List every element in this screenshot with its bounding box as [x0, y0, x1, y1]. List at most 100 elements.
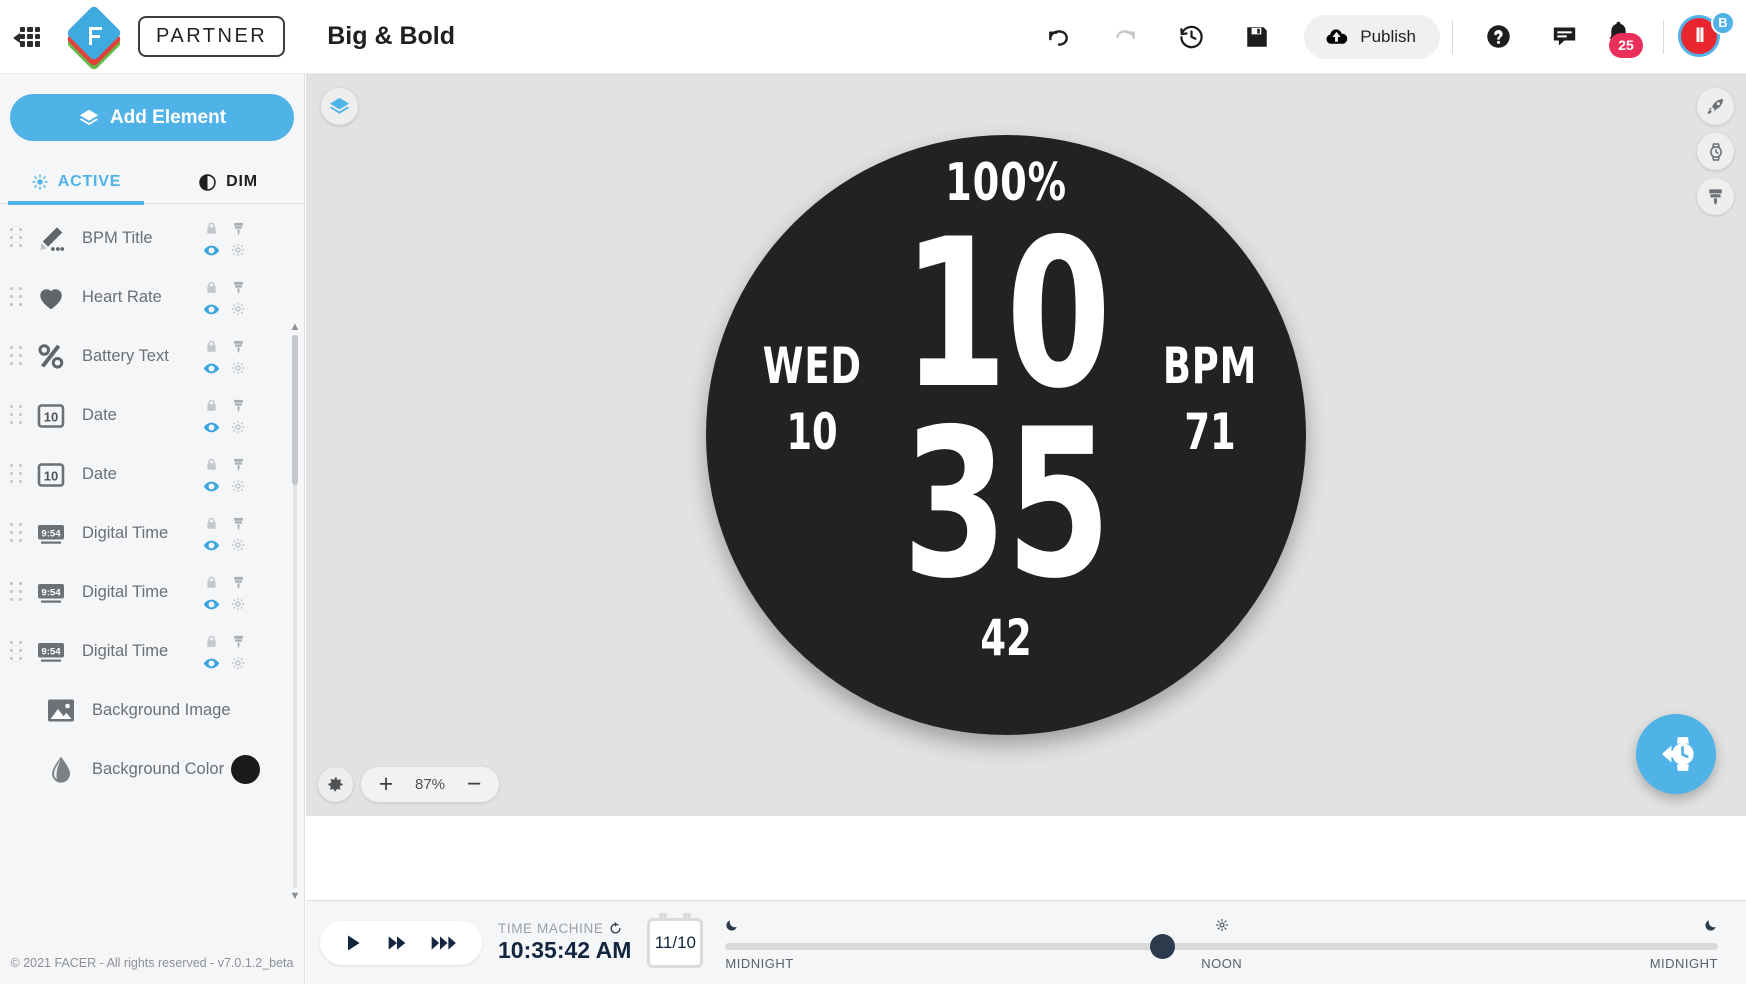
lock-icon[interactable] [202, 337, 220, 355]
sidebar-scrollbar[interactable]: ▲ ▼ [289, 321, 301, 902]
lock-icon[interactable] [202, 278, 220, 296]
list-item[interactable]: 9:54 Digital Time [0, 622, 304, 681]
lock-icon[interactable] [202, 573, 220, 591]
brush-icon[interactable] [229, 219, 247, 237]
watch-icon[interactable] [1697, 133, 1734, 170]
list-item[interactable]: 10 Date [0, 445, 304, 504]
background-color-swatch[interactable] [231, 755, 260, 784]
slider-track[interactable] [725, 942, 1718, 950]
settings-icon[interactable] [229, 300, 247, 318]
canvas-right-toolbar [1697, 88, 1734, 215]
notifications-button[interactable]: 25 [1597, 14, 1651, 60]
lock-icon[interactable] [202, 514, 220, 532]
slider-thumb[interactable] [1150, 933, 1176, 959]
brush-icon[interactable] [1697, 178, 1734, 215]
watch-face-preview[interactable]: 100% 10 35 WED 10 BPM 71 42 [706, 135, 1306, 735]
list-item-label: Digital Time [82, 583, 169, 601]
list-item[interactable]: Background Color [0, 740, 304, 799]
time-machine-label: TIME MACHINE [498, 921, 604, 936]
settings-icon[interactable] [229, 654, 247, 672]
settings-icon[interactable] [229, 241, 247, 259]
zoom-in-button[interactable]: + [369, 769, 403, 801]
chat-icon[interactable] [1541, 14, 1587, 60]
top-bar: PARTNER Big & Bold Publish 25 II B [0, 0, 1746, 74]
list-item[interactable]: 9:54 Digital Time [0, 563, 304, 622]
brush-icon[interactable] [229, 573, 247, 591]
lock-icon[interactable] [202, 219, 220, 237]
settings-icon[interactable] [229, 477, 247, 495]
lock-icon[interactable] [202, 632, 220, 650]
time-of-day-slider[interactable]: MIDNIGHT NOON MIDNIGHT [725, 912, 1718, 974]
undo-icon[interactable] [1036, 14, 1082, 60]
design-canvas[interactable]: 100% 10 35 WED 10 BPM 71 42 + 87% − [306, 74, 1746, 816]
visibility-icon[interactable] [202, 595, 220, 613]
lock-icon[interactable] [202, 396, 220, 414]
drag-handle-icon[interactable] [10, 522, 24, 545]
visibility-icon[interactable] [202, 241, 220, 259]
avatar-glyph: II [1695, 23, 1705, 47]
list-item[interactable]: Battery Text [0, 327, 304, 386]
settings-icon[interactable] [229, 359, 247, 377]
play-icon[interactable] [334, 926, 372, 960]
visibility-icon[interactable] [202, 654, 220, 672]
brush-icon[interactable] [229, 514, 247, 532]
list-item[interactable]: 10 Date [0, 386, 304, 445]
send-to-watch-icon[interactable] [1636, 714, 1716, 794]
drag-handle-icon[interactable] [10, 463, 24, 486]
settings-icon[interactable] [229, 536, 247, 554]
scroll-up-icon[interactable]: ▲ [289, 321, 301, 333]
brush-icon[interactable] [229, 396, 247, 414]
list-item[interactable]: Background Image [0, 681, 304, 740]
visibility-icon[interactable] [202, 359, 220, 377]
calendar-10-icon: 10 [32, 458, 70, 492]
list-item-label: Battery Text [82, 347, 169, 365]
visibility-icon[interactable] [202, 536, 220, 554]
visibility-icon[interactable] [202, 418, 220, 436]
list-item-label: Digital Time [82, 524, 169, 542]
visibility-icon[interactable] [202, 477, 220, 495]
list-item[interactable]: 9:54 Digital Time [0, 504, 304, 563]
redo-icon[interactable] [1102, 14, 1148, 60]
brush-icon[interactable] [229, 455, 247, 473]
time-machine-bar: TIME MACHINE 10:35:42 AM 11/10 MIDNIGHT … [306, 900, 1746, 984]
droplet-icon [42, 753, 80, 787]
help-icon[interactable] [1475, 14, 1521, 60]
facer-logo-icon[interactable] [65, 4, 123, 71]
lock-icon[interactable] [202, 455, 220, 473]
drag-handle-icon[interactable] [10, 345, 24, 368]
settings-icon[interactable] [229, 595, 247, 613]
gear-icon[interactable] [318, 767, 353, 802]
drag-handle-icon[interactable] [10, 640, 24, 663]
drag-handle-icon[interactable] [10, 581, 24, 604]
list-item[interactable]: BPM Title [0, 209, 304, 268]
brush-icon[interactable] [229, 632, 247, 650]
rocket-icon[interactable] [1697, 88, 1734, 125]
publish-button[interactable]: Publish [1304, 14, 1440, 59]
drag-handle-icon[interactable] [10, 286, 24, 309]
layers-icon[interactable] [321, 88, 358, 125]
scroll-down-icon[interactable]: ▼ [289, 890, 301, 902]
tab-dim[interactable]: DIM [152, 159, 304, 205]
visibility-icon[interactable] [202, 300, 220, 318]
drag-handle-icon[interactable] [10, 404, 24, 427]
tab-active[interactable]: ACTIVE [0, 159, 152, 205]
brush-icon[interactable] [229, 337, 247, 355]
apps-grid-icon[interactable] [13, 21, 46, 53]
settings-icon[interactable] [229, 418, 247, 436]
layer-list[interactable]: BPM Title Heart Rate Battery Text 10 Dat… [0, 205, 304, 942]
list-item[interactable]: Heart Rate [0, 268, 304, 327]
fast-forward-icon[interactable] [378, 926, 416, 960]
history-icon[interactable] [1168, 14, 1214, 60]
watchface-day-of-month: 10 [786, 403, 838, 461]
date-chip[interactable]: 11/10 [647, 912, 704, 968]
drag-handle-icon[interactable] [10, 227, 24, 250]
publish-label: Publish [1360, 26, 1416, 46]
save-icon[interactable] [1234, 14, 1280, 60]
reset-icon[interactable] [609, 922, 622, 935]
faster-forward-icon[interactable] [422, 926, 468, 960]
image-icon [42, 694, 80, 728]
add-element-button[interactable]: Add Element [10, 94, 294, 141]
zoom-out-button[interactable]: − [457, 769, 491, 801]
avatar[interactable]: II B [1676, 10, 1735, 62]
brush-icon[interactable] [229, 278, 247, 296]
